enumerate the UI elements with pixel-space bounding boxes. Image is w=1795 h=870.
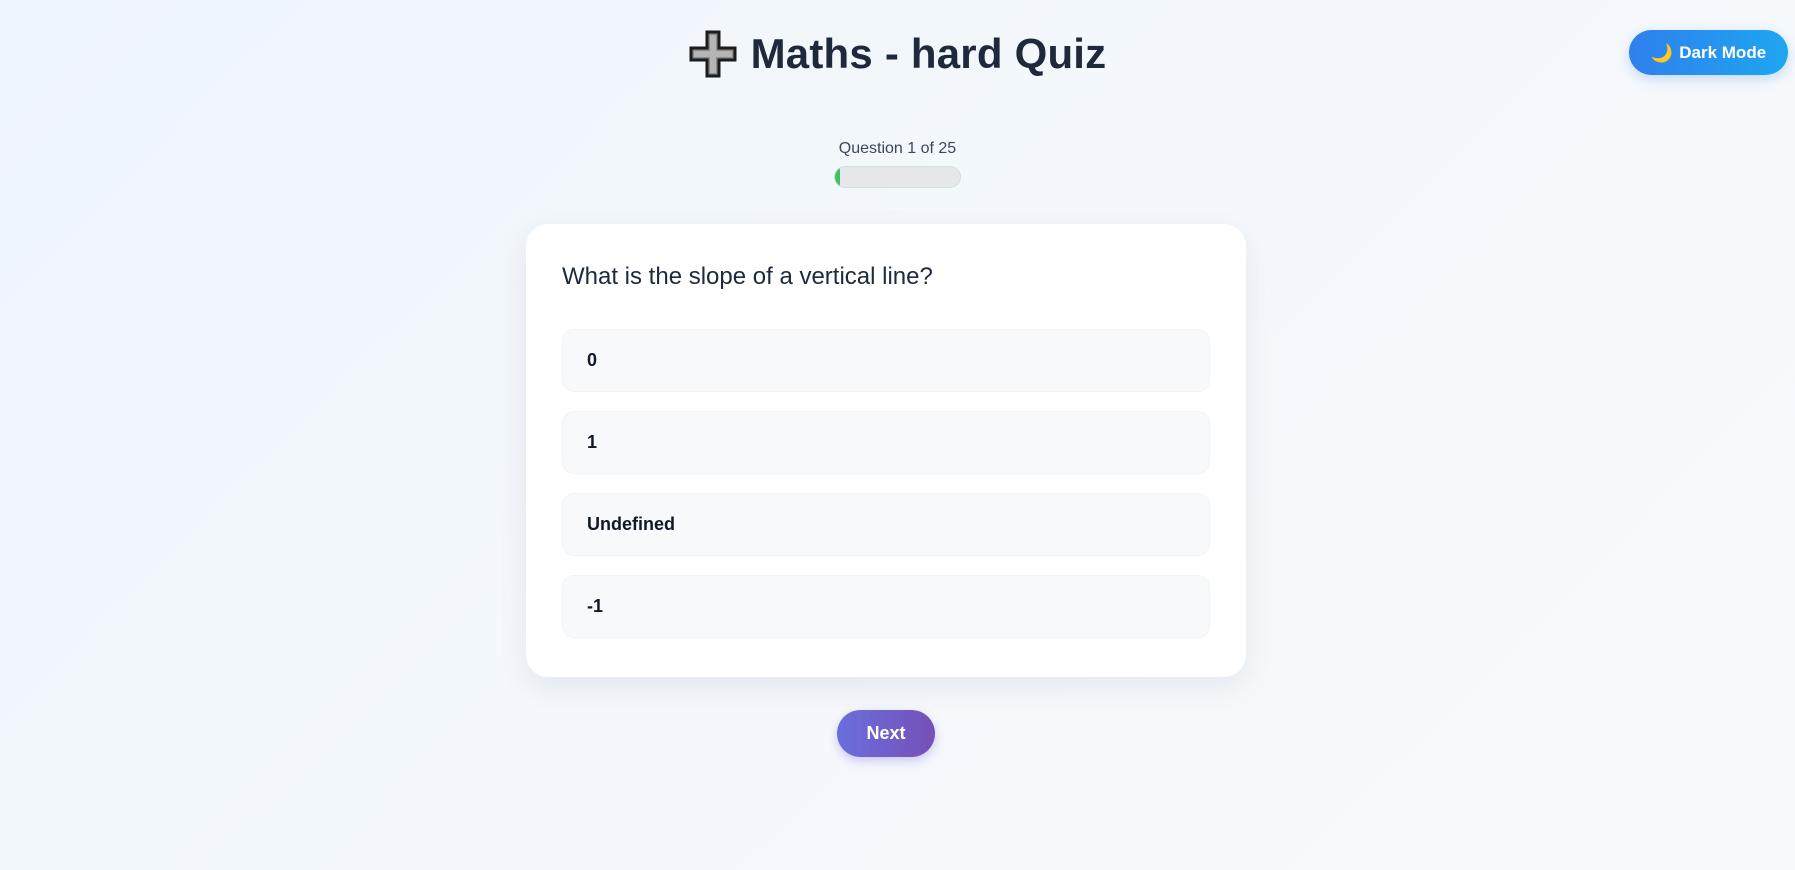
progress-bar bbox=[834, 166, 961, 188]
question-card: What is the slope of a vertical line? 0 … bbox=[526, 224, 1246, 677]
answer-option[interactable]: 1 bbox=[562, 411, 1210, 474]
page-title: Maths - hard Quiz bbox=[750, 30, 1107, 77]
answer-option[interactable]: Undefined bbox=[562, 493, 1210, 556]
next-button[interactable]: Next bbox=[837, 710, 935, 757]
progress-fill bbox=[835, 167, 840, 187]
answer-option[interactable]: -1 bbox=[562, 575, 1210, 638]
page-header: Maths - hard Quiz bbox=[0, 30, 1795, 78]
answer-option[interactable]: 0 bbox=[562, 329, 1210, 392]
plus-icon bbox=[689, 30, 737, 78]
progress-section: Question 1 of 25 bbox=[0, 140, 1795, 188]
progress-label: Question 1 of 25 bbox=[838, 140, 957, 157]
question-text: What is the slope of a vertical line? bbox=[562, 263, 933, 290]
answer-options: 0 1 Undefined -1 bbox=[562, 329, 1210, 638]
